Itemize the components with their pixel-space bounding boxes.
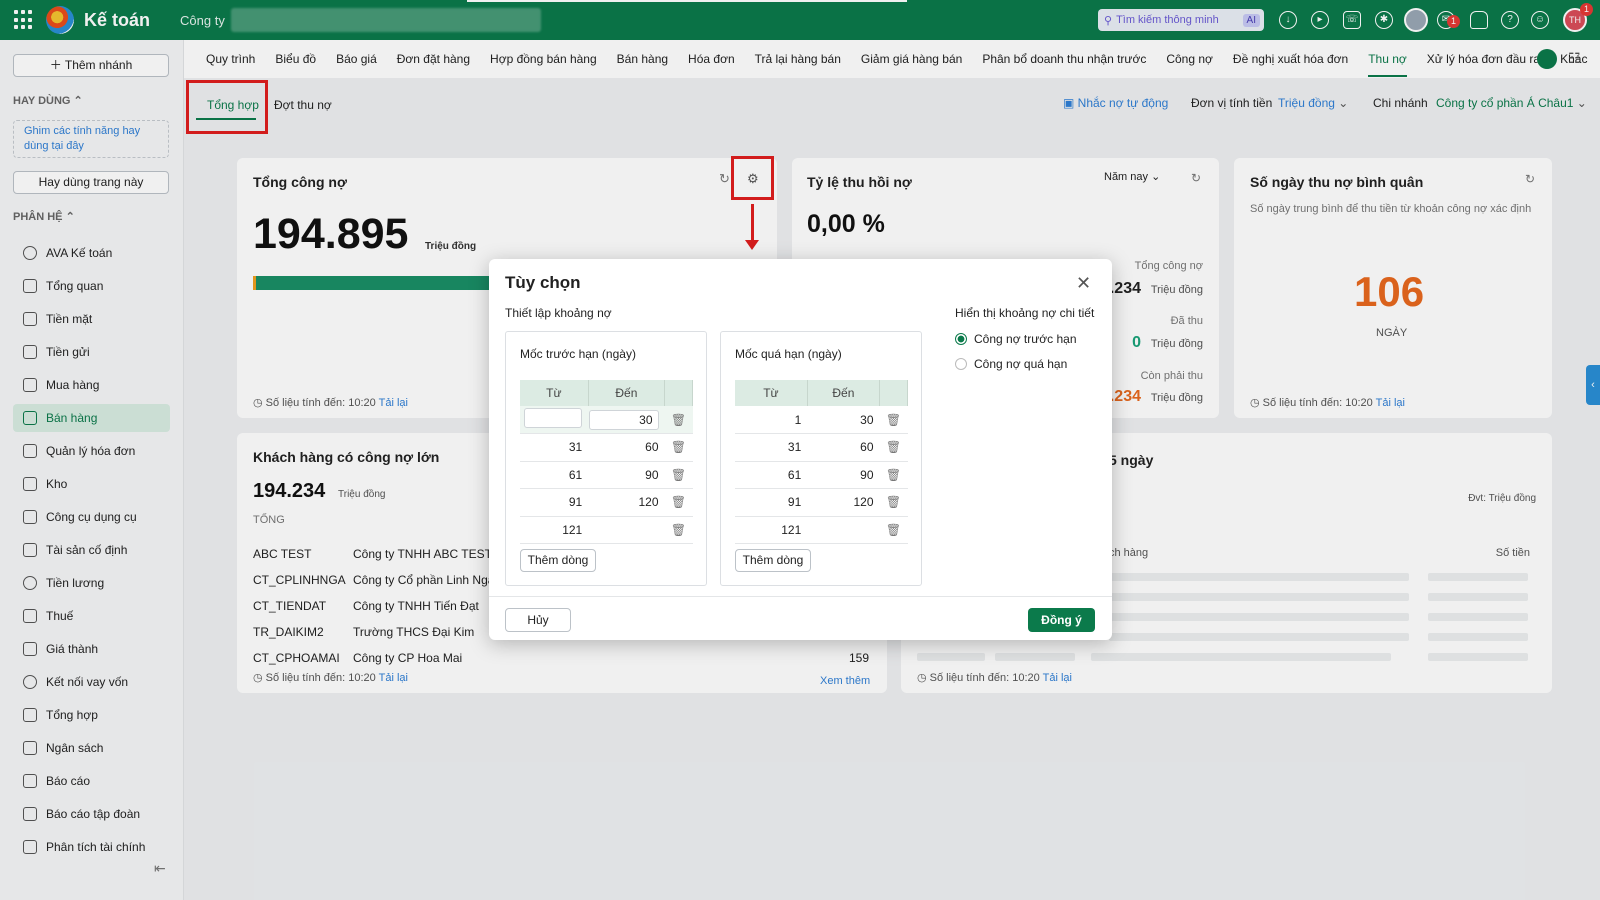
overdue-title: Mốc quá hạn (ngày) <box>735 347 842 361</box>
cancel-button[interactable]: Hủy <box>505 608 571 632</box>
dialog-footer: Hủy Đồng ý <box>489 596 1112 640</box>
to-value[interactable]: 90 <box>807 461 880 489</box>
debt-range-section-title: Thiết lập khoảng nợ <box>505 306 612 320</box>
trash-icon[interactable]: 🗑 <box>664 406 693 434</box>
col-from: Từ <box>520 380 589 406</box>
trash-icon[interactable]: 🗑 <box>664 516 693 544</box>
dialog-title: Tùy chọn <box>505 273 581 292</box>
col-action <box>879 380 908 406</box>
to-value[interactable] <box>588 516 665 544</box>
col-to: Đến <box>807 380 881 406</box>
radio-unchecked-icon <box>955 358 967 370</box>
trash-icon[interactable]: 🗑 <box>879 406 908 434</box>
trash-icon[interactable]: 🗑 <box>879 488 908 517</box>
from-value[interactable]: 121 <box>735 516 808 544</box>
from-value[interactable]: 121 <box>520 516 589 544</box>
before-due-table: Từ Đến 30 🗑 31 60 🗑 61 90 🗑 91 120 🗑 121 🗑 <box>520 380 693 544</box>
radio-label: Công nợ quá hạn <box>974 357 1068 371</box>
before-due-title: Mốc trước hạn (ngày) <box>520 347 636 361</box>
trash-icon[interactable]: 🗑 <box>879 433 908 462</box>
display-detail-title: Hiển thị khoảng nợ chi tiết <box>955 306 1095 320</box>
to-value[interactable]: 60 <box>588 433 665 462</box>
col-action <box>664 380 693 406</box>
from-value[interactable]: 31 <box>520 433 589 462</box>
from-value[interactable]: 61 <box>735 461 808 489</box>
to-value[interactable]: 120 <box>807 488 880 517</box>
trash-icon[interactable]: 🗑 <box>664 433 693 462</box>
from-value[interactable]: 91 <box>520 488 589 517</box>
trash-icon[interactable]: 🗑 <box>664 461 693 489</box>
from-input[interactable] <box>524 408 582 428</box>
to-value[interactable]: 120 <box>588 488 665 517</box>
add-row-button[interactable]: Thêm dòng <box>520 549 596 572</box>
from-value[interactable]: 1 <box>735 406 808 434</box>
to-value[interactable]: 60 <box>807 433 880 462</box>
trash-icon[interactable]: 🗑 <box>879 461 908 489</box>
options-dialog: Tùy chọn ✕ Thiết lập khoảng nợ Mốc trước… <box>489 259 1112 640</box>
from-value[interactable]: 91 <box>735 488 808 517</box>
from-value[interactable]: 31 <box>735 433 808 462</box>
overdue-table: Từ Đến 1 30 🗑 31 60 🗑 61 90 🗑 91 120 🗑 121 🗑 <box>735 380 908 544</box>
to-value[interactable]: 90 <box>588 461 665 489</box>
to-value[interactable]: 30 <box>807 406 880 434</box>
col-from: Từ <box>735 380 808 406</box>
confirm-button[interactable]: Đồng ý <box>1028 608 1095 632</box>
radio-before-due[interactable]: Công nợ trước hạn <box>955 332 1077 346</box>
to-input[interactable]: 30 <box>588 409 659 430</box>
radio-checked-icon <box>955 333 967 345</box>
col-to: Đến <box>588 380 666 406</box>
trash-icon[interactable]: 🗑 <box>879 516 908 544</box>
radio-label: Công nợ trước hạn <box>974 332 1077 346</box>
radio-overdue[interactable]: Công nợ quá hạn <box>955 357 1067 371</box>
to-value[interactable] <box>807 516 880 544</box>
before-due-panel: Mốc trước hạn (ngày) Từ Đến 30 🗑 31 60 🗑 61 9… <box>505 331 707 586</box>
add-row-button[interactable]: Thêm dòng <box>735 549 811 572</box>
trash-icon[interactable]: 🗑 <box>664 488 693 517</box>
overdue-panel: Mốc quá hạn (ngày) Từ Đến 1 30 🗑 31 60 🗑 61 90… <box>720 331 922 586</box>
close-icon[interactable]: ✕ <box>1076 273 1091 294</box>
from-value[interactable]: 61 <box>520 461 589 489</box>
